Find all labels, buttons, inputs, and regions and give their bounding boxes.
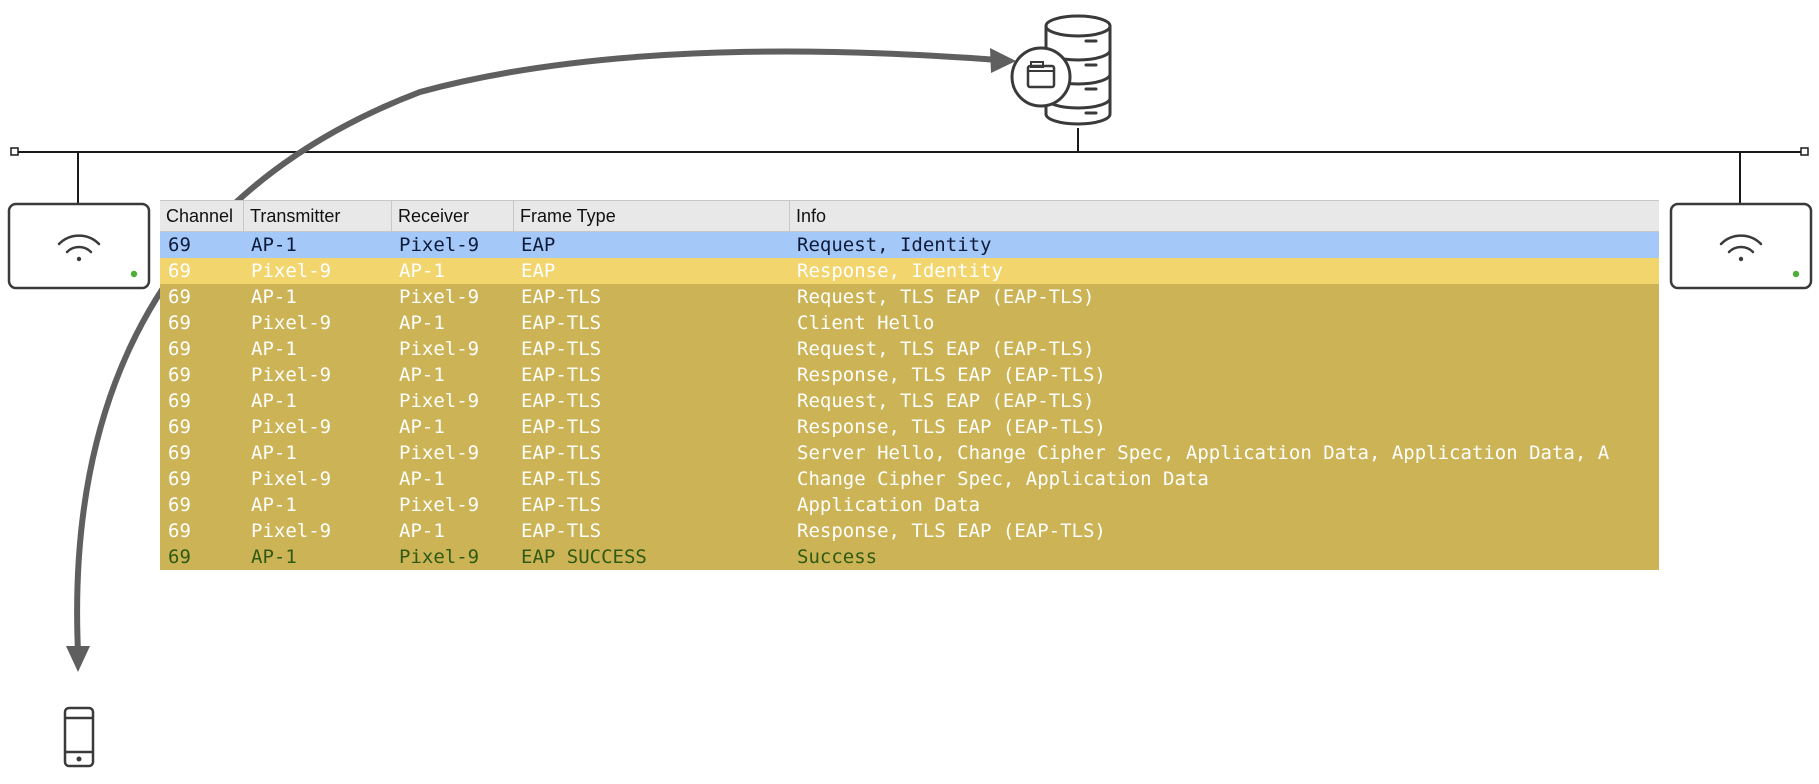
cell-info: Response, TLS EAP (EAP-TLS) [797, 416, 1106, 438]
column-header-receiver[interactable]: Receiver [391, 201, 513, 231]
backbone-end-right [1800, 147, 1809, 156]
cell-transmitter: AP-1 [251, 546, 297, 568]
cell-frame-type: EAP SUCCESS [521, 546, 647, 568]
smartphone-icon [63, 706, 95, 768]
cell-transmitter: AP-1 [251, 442, 297, 464]
cell-frame-type: EAP-TLS [521, 468, 602, 490]
cell-transmitter: AP-1 [251, 338, 297, 360]
cell-transmitter: AP-1 [251, 390, 297, 412]
cell-transmitter: Pixel-9 [251, 260, 332, 282]
table-row[interactable]: 69 AP-1 Pixel-9 EAP-TLS Server Hello, Change… [160, 440, 1659, 466]
cell-frame-type: EAP-TLS [521, 442, 602, 464]
cell-transmitter: AP-1 [251, 234, 297, 256]
cell-info: Client Hello [797, 312, 935, 334]
cell-channel: 69 [168, 442, 191, 464]
cell-receiver: Pixel-9 [399, 546, 480, 568]
cell-channel: 69 [168, 468, 191, 490]
table-row[interactable]: 69 AP-1 Pixel-9 EAP-TLS Application Data [160, 492, 1659, 518]
cell-channel: 69 [168, 286, 191, 308]
table-row[interactable]: 69 AP-1 Pixel-9 EAP-TLS Request, TLS EAP (EA… [160, 388, 1659, 414]
cell-frame-type: EAP-TLS [521, 312, 602, 334]
cell-channel: 69 [168, 416, 191, 438]
table-row[interactable]: 69 Pixel-9 AP-1 EAP-TLS Response, TLS EAP (E… [160, 362, 1659, 388]
cell-frame-type: EAP-TLS [521, 286, 602, 308]
cell-receiver: Pixel-9 [399, 286, 480, 308]
column-header-frame-type[interactable]: Frame Type [513, 201, 789, 231]
cell-info: Request, TLS EAP (EAP-TLS) [797, 338, 1095, 360]
table-row[interactable]: 69 Pixel-9 AP-1 EAP Response, Identity [160, 258, 1659, 284]
cell-channel: 69 [168, 520, 191, 542]
cell-info: Request, TLS EAP (EAP-TLS) [797, 390, 1095, 412]
cell-receiver: Pixel-9 [399, 442, 480, 464]
cell-info: Application Data [797, 494, 981, 516]
cell-receiver: AP-1 [399, 312, 445, 334]
table-row[interactable]: 69 AP-1 Pixel-9 EAP SUCCESS Success [160, 544, 1659, 570]
cell-channel: 69 [168, 260, 191, 282]
cell-channel: 69 [168, 494, 191, 516]
cell-frame-type: EAP [521, 234, 556, 256]
cell-info: Request, Identity [797, 234, 992, 256]
cell-info: Success [797, 546, 878, 568]
cell-transmitter: AP-1 [251, 286, 297, 308]
cell-channel: 69 [168, 338, 191, 360]
cell-receiver: Pixel-9 [399, 390, 480, 412]
cell-info: Response, TLS EAP (EAP-TLS) [797, 364, 1106, 386]
cell-receiver: AP-1 [399, 364, 445, 386]
cell-transmitter: Pixel-9 [251, 364, 332, 386]
cell-receiver: AP-1 [399, 468, 445, 490]
cell-frame-type: EAP-TLS [521, 338, 602, 360]
cell-frame-type: EAP-TLS [521, 364, 602, 386]
table-row[interactable]: 69 AP-1 Pixel-9 EAP-TLS Request, TLS EAP (EA… [160, 284, 1659, 310]
cell-receiver: Pixel-9 [399, 234, 480, 256]
cell-channel: 69 [168, 546, 191, 568]
backbone-end-left [10, 147, 19, 156]
cell-receiver: AP-1 [399, 260, 445, 282]
status-led [130, 270, 138, 278]
cell-transmitter: AP-1 [251, 494, 297, 516]
packet-list-table: Channel Transmitter Receiver Frame Type … [160, 200, 1659, 570]
table-row[interactable]: 69 Pixel-9 AP-1 EAP-TLS Change Cipher Spec, … [160, 466, 1659, 492]
cell-transmitter: Pixel-9 [251, 520, 332, 542]
cell-info: Response, Identity [797, 260, 1003, 282]
status-led [1792, 270, 1800, 278]
cell-receiver: Pixel-9 [399, 338, 480, 360]
cell-info: Change Cipher Spec, Application Data [797, 468, 1209, 490]
column-header-transmitter[interactable]: Transmitter [243, 201, 391, 231]
cell-receiver: AP-1 [399, 416, 445, 438]
cell-transmitter: Pixel-9 [251, 468, 332, 490]
access-point-left [7, 202, 151, 290]
table-row[interactable]: 69 Pixel-9 AP-1 EAP-TLS Response, TLS EAP (E… [160, 518, 1659, 544]
column-header-info[interactable]: Info [789, 201, 1659, 231]
access-point-right [1669, 202, 1813, 290]
table-header: Channel Transmitter Receiver Frame Type … [160, 200, 1659, 232]
document-icon [1010, 46, 1072, 108]
table-row[interactable]: 69 AP-1 Pixel-9 EAP-TLS Request, TLS EAP (EA… [160, 336, 1659, 362]
table-row[interactable]: 69 Pixel-9 AP-1 EAP-TLS Response, TLS EAP (E… [160, 414, 1659, 440]
table-row[interactable]: 69 AP-1 Pixel-9 EAP Request, Identity [160, 232, 1659, 258]
cell-frame-type: EAP [521, 260, 556, 282]
cell-receiver: Pixel-9 [399, 494, 480, 516]
column-header-channel[interactable]: Channel [160, 201, 243, 231]
cell-channel: 69 [168, 312, 191, 334]
cell-transmitter: Pixel-9 [251, 416, 332, 438]
cell-channel: 69 [168, 390, 191, 412]
table-body: 69 AP-1 Pixel-9 EAP Request, Identity 69 Pixel… [160, 232, 1659, 570]
arrowhead-to-phone [66, 646, 90, 672]
cell-channel: 69 [168, 234, 191, 256]
cell-frame-type: EAP-TLS [521, 390, 602, 412]
cell-transmitter: Pixel-9 [251, 312, 332, 334]
cell-info: Request, TLS EAP (EAP-TLS) [797, 286, 1095, 308]
cell-receiver: AP-1 [399, 520, 445, 542]
cell-frame-type: EAP-TLS [521, 416, 602, 438]
cell-info: Server Hello, Change Cipher Spec, Applic… [797, 442, 1610, 464]
cell-frame-type: EAP-TLS [521, 494, 602, 516]
cell-info: Response, TLS EAP (EAP-TLS) [797, 520, 1106, 542]
cell-channel: 69 [168, 364, 191, 386]
table-row[interactable]: 69 Pixel-9 AP-1 EAP-TLS Client Hello [160, 310, 1659, 336]
cell-frame-type: EAP-TLS [521, 520, 602, 542]
